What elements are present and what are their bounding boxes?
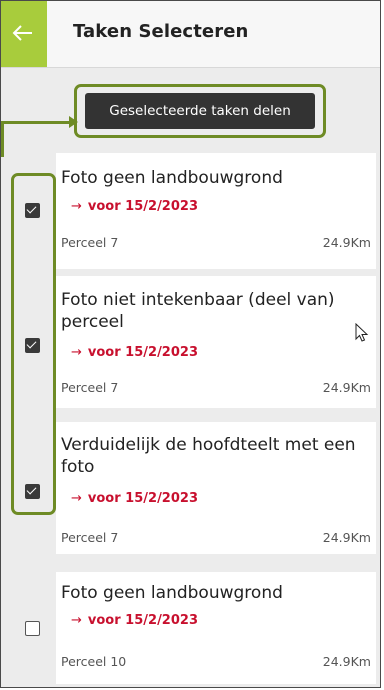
app-frame: Taken Selecteren Geselecteerde taken del…	[0, 0, 381, 688]
task-row[interactable]: Verduidelijk de hoofdteelt met een foto …	[1, 422, 380, 554]
task-title: Foto geen landbouwgrond	[61, 583, 283, 603]
task-deadline: → voor 15/2/2023	[71, 345, 198, 360]
task-title: Verduidelijk de hoofdteelt met een foto	[61, 435, 356, 477]
deadline-text: voor 15/2/2023	[87, 199, 198, 214]
task-title: Foto niet intekenbaar (deel van) perceel	[61, 290, 335, 332]
share-selected-tasks-button[interactable]: Geselecteerde taken delen	[85, 93, 315, 129]
task-checkbox[interactable]	[25, 621, 40, 636]
arrow-right-icon: →	[71, 613, 82, 628]
header-bar: Taken Selecteren	[1, 1, 380, 68]
annotation-connector-line	[1, 121, 72, 124]
task-distance: 24.9Km	[322, 654, 371, 669]
page-title: Taken Selecteren	[73, 21, 249, 42]
arrow-right-icon: →	[71, 199, 82, 214]
task-row[interactable]: Foto geen landbouwgrond → voor 15/2/2023 …	[1, 572, 380, 684]
mouse-pointer-icon	[355, 323, 369, 342]
checkbox-highlight	[11, 173, 56, 515]
deadline-text: voor 15/2/2023	[87, 613, 198, 628]
task-parcel: Perceel 7	[61, 235, 119, 250]
deadline-text: voor 15/2/2023	[87, 345, 198, 360]
task-card[interactable]: Verduidelijk de hoofdteelt met een foto …	[56, 422, 376, 554]
deadline-text: voor 15/2/2023	[87, 491, 198, 506]
task-card[interactable]: Foto geen landbouwgrond → voor 15/2/2023 …	[56, 153, 376, 269]
task-parcel: Perceel 7	[61, 530, 119, 545]
task-title: Foto geen landbouwgrond	[61, 168, 283, 188]
annotation-connector-vertical	[1, 121, 4, 157]
task-deadline: → voor 15/2/2023	[71, 199, 198, 214]
arrow-left-icon	[12, 25, 32, 41]
task-parcel: Perceel 10	[61, 654, 127, 669]
task-parcel: Perceel 7	[61, 380, 119, 395]
arrow-right-icon: →	[71, 345, 82, 360]
task-distance: 24.9Km	[322, 380, 371, 395]
task-deadline: → voor 15/2/2023	[71, 613, 198, 628]
task-card[interactable]: Foto geen landbouwgrond → voor 15/2/2023 …	[56, 572, 376, 684]
arrow-right-icon: →	[71, 491, 82, 506]
task-distance: 24.9Km	[322, 235, 371, 250]
task-row[interactable]: Foto geen landbouwgrond → voor 15/2/2023 …	[1, 153, 380, 269]
back-button[interactable]	[1, 1, 47, 67]
task-distance: 24.9Km	[322, 530, 371, 545]
task-row[interactable]: Foto niet intekenbaar (deel van) perceel…	[1, 276, 380, 408]
task-card[interactable]: Foto niet intekenbaar (deel van) perceel…	[56, 276, 376, 408]
task-deadline: → voor 15/2/2023	[71, 491, 198, 506]
